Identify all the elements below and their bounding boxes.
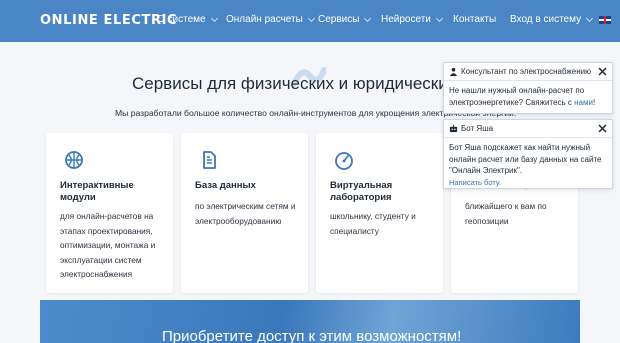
nav-item-services[interactable]: Сервисы [318,14,372,25]
page-title: Сервисы для физических и юридических лиц [132,74,491,93]
nav-item-label: О системе [157,14,206,25]
card-text: ближайшего к вам по геопозиции [465,201,547,226]
nav-item-label: Сервисы [318,14,360,25]
chat-title: Бот Яша [461,124,494,133]
write-bot-link[interactable]: Написать боту. [449,177,607,189]
nav-item-label: Нейросети [381,14,431,25]
nav-item-online-calcs[interactable]: Онлайн расчеты [226,14,315,25]
chat-header: Консультант по электроснабжению [444,63,612,81]
document-icon [203,151,216,169]
gauge-icon [335,152,353,170]
chat-message: Бот Яша подскажет как найти нужный онлай… [444,138,612,192]
card-title: Виртуальная лаборатория [330,180,393,203]
chevron-down-icon [435,14,443,22]
card-text: по электрическим сетям и электрооборудов… [195,201,296,226]
chat-message: Не нашли нужный онлайн-расчет по электро… [444,81,612,112]
chevron-down-icon [364,14,372,22]
promo-banner: Приобретите доступ к этим возможностям! [40,300,580,343]
nav-item-label: Онлайн расчеты [226,14,303,25]
chat-popup-bot[interactable]: Бот Яша Бот Яша подскажет как найти нужн… [443,119,613,189]
banner-text: Приобретите доступ к этим возможностям! [162,328,462,343]
nav-item-login[interactable]: Вход в систему [510,14,594,25]
service-card-virtual-lab[interactable]: Виртуальная лаборатория школьнику, студе… [316,133,443,293]
top-navbar: ONLINE ELECTRIC О системе Онлайн расчеты… [0,0,620,42]
service-card-interactive-modules[interactable]: Интерактивные модули для онлайн-расчетов… [46,133,173,293]
card-title: Интерактивные модули [60,180,134,203]
nav-item-about[interactable]: О системе [157,14,218,25]
chevron-down-icon [210,14,218,22]
close-icon[interactable] [597,123,608,134]
nav-item-contacts[interactable]: Контакты [453,14,496,25]
nav-item-label: Контакты [453,14,497,25]
user-icon [449,67,458,76]
card-text: школьнику, студенту и специалисту [330,211,416,236]
card-text: для онлайн-расчетов на этапах проектиров… [60,211,156,279]
chat-message-text: Не нашли нужный онлайн-расчет по электро… [449,86,585,107]
chat-popup-consultant[interactable]: Консультант по электроснабжению Не нашли… [443,62,613,114]
chat-title: Консультант по электроснабжению [461,67,592,76]
chevron-down-icon [586,14,594,22]
uk-flag-icon[interactable] [599,16,611,24]
chat-message-end: ! [592,97,596,107]
close-icon[interactable] [597,66,608,77]
chat-message-text: Бот Яша подскажет как найти нужный онлай… [449,143,602,175]
chat-header: Бот Яша [444,120,612,138]
card-title: База данных [195,180,256,191]
nav-item-label: Вход в систему [510,14,582,25]
chevron-down-icon [307,14,315,22]
nav-item-neural-nets[interactable]: Нейросети [381,14,443,25]
service-card-database[interactable]: База данных по электрическим сетям и эле… [181,133,308,293]
bot-icon [449,124,458,133]
basketball-icon [65,151,83,169]
chat-contact-link[interactable]: нами [574,98,593,107]
